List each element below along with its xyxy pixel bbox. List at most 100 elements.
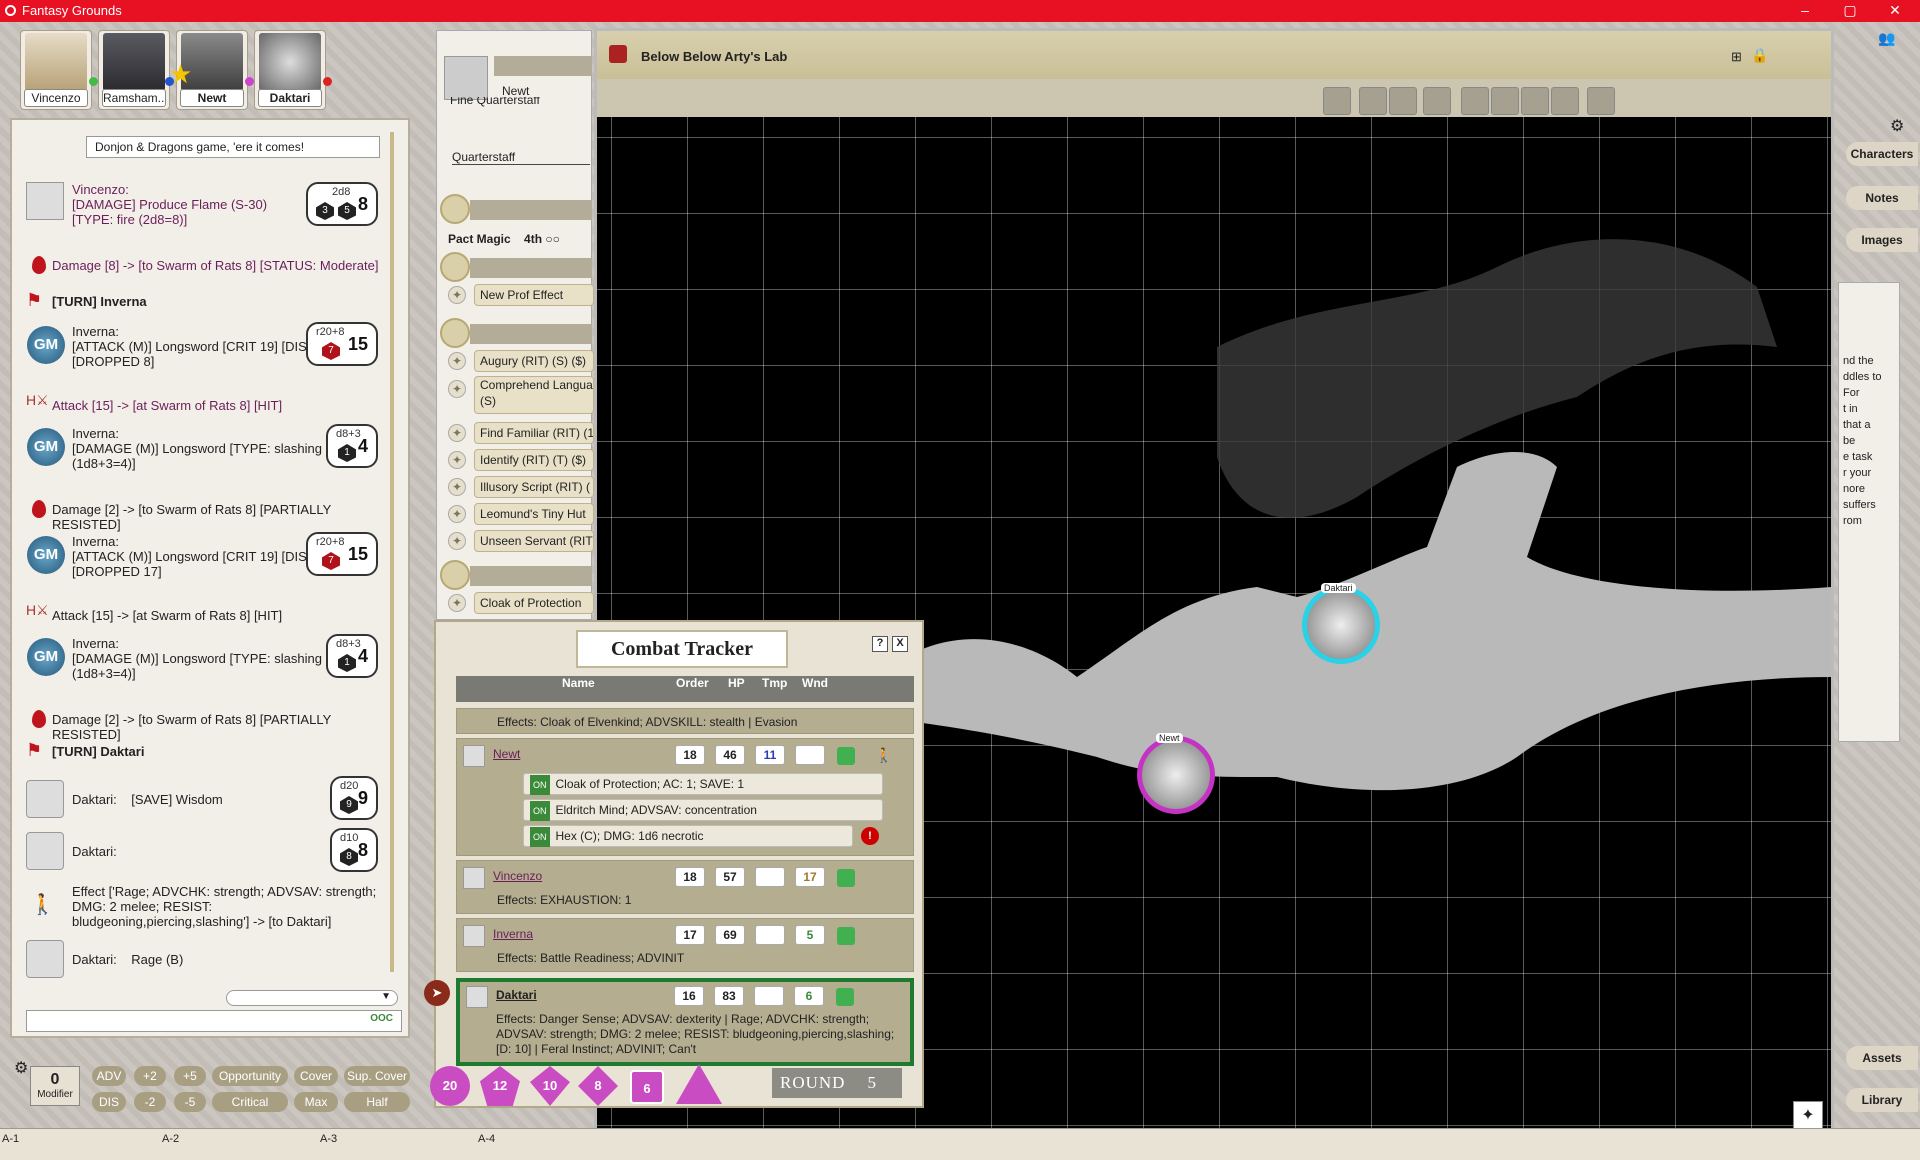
chat-window[interactable]: Donjon & Dragons game, 'ere it comes! Vi… bbox=[10, 118, 410, 1038]
plus5-button[interactable]: +5 bbox=[174, 1066, 206, 1086]
zoom-fit-icon[interactable] bbox=[1323, 87, 1351, 115]
hp-value[interactable]: 46 bbox=[715, 745, 745, 765]
spell-item[interactable]: Find Familiar (RIT) (1 bbox=[474, 422, 594, 444]
minus2-button[interactable]: -2 bbox=[134, 1092, 166, 1112]
flag-icon[interactable] bbox=[1521, 87, 1549, 115]
plus2-button[interactable]: +2 bbox=[134, 1066, 166, 1086]
grid-toggle-icon[interactable]: ⊞ bbox=[1731, 49, 1742, 65]
dice-result[interactable]: d8+3 1 4 bbox=[326, 424, 378, 468]
token-daktari[interactable]: Daktari bbox=[1302, 583, 1380, 664]
sidebar-library[interactable]: Library bbox=[1846, 1088, 1918, 1112]
half-button[interactable]: Half bbox=[344, 1092, 410, 1112]
hotbar-tab-4[interactable]: A-4 bbox=[478, 1133, 495, 1145]
dice-result[interactable]: 2d8 3 5 8 bbox=[306, 182, 378, 226]
sidebar-images[interactable]: Images bbox=[1846, 228, 1918, 252]
lock-icon[interactable]: 🔒 bbox=[1751, 47, 1768, 64]
note-window[interactable]: nd the ddles to For t in that a be e tas… bbox=[1838, 282, 1900, 742]
max-button[interactable]: Max bbox=[294, 1092, 338, 1112]
ooc-toggle[interactable]: OOC bbox=[370, 1013, 393, 1024]
spell-item[interactable]: New Prof Effect bbox=[474, 284, 594, 306]
gear-icon[interactable]: ⚙ bbox=[1890, 116, 1904, 136]
portrait-vincenzo[interactable]: Vincenzo bbox=[20, 30, 98, 110]
initiative-value[interactable]: 17 bbox=[675, 925, 705, 945]
friendly-face-icon[interactable] bbox=[837, 927, 855, 945]
star-icon[interactable]: ✦ bbox=[448, 478, 466, 496]
gear-icon[interactable]: ⚙ bbox=[14, 1058, 28, 1078]
adv-button[interactable]: ADV bbox=[92, 1066, 126, 1086]
hp-value[interactable]: 69 bbox=[715, 925, 745, 945]
star-icon[interactable]: ✦ bbox=[448, 424, 466, 442]
portrait-ramsham[interactable]: Ramsham... bbox=[98, 30, 174, 110]
weapon-name[interactable]: Quarterstaff bbox=[452, 150, 590, 165]
star-icon[interactable]: ✦ bbox=[448, 451, 466, 469]
hotbar-tab-1[interactable]: A-1 bbox=[2, 1133, 19, 1145]
temp-hp-value[interactable] bbox=[755, 867, 785, 887]
sidebar-assets[interactable]: Assets bbox=[1846, 1046, 1918, 1070]
close-button[interactable]: X bbox=[892, 636, 908, 652]
friendly-face-icon[interactable] bbox=[837, 747, 855, 765]
on-badge[interactable]: ON bbox=[530, 827, 550, 847]
critical-button[interactable]: Critical bbox=[212, 1092, 288, 1112]
sidebar-characters[interactable]: Characters bbox=[1846, 142, 1918, 166]
pin-icon[interactable] bbox=[1587, 87, 1615, 115]
temp-hp-value[interactable] bbox=[755, 925, 785, 945]
close-button[interactable]: ✕ bbox=[1880, 2, 1910, 19]
initiative-value[interactable]: 16 bbox=[674, 986, 704, 1006]
combatant-name[interactable]: Daktari bbox=[496, 988, 626, 1002]
compass-icon[interactable]: ✦ bbox=[1793, 1101, 1823, 1131]
combat-tracker[interactable]: Combat Tracker ? X Name Order HP Tmp Wnd… bbox=[424, 620, 924, 1108]
combatant-name[interactable]: Inverna bbox=[493, 927, 623, 941]
pact-slots[interactable]: ○○ bbox=[545, 232, 560, 246]
hp-value[interactable]: 83 bbox=[714, 986, 744, 1006]
portrait-newt[interactable]: ★ Newt bbox=[169, 30, 254, 110]
sidebar-notes[interactable]: Notes bbox=[1846, 186, 1918, 210]
wounds-value[interactable]: 6 bbox=[794, 986, 824, 1006]
combatant-name[interactable]: Newt bbox=[493, 747, 623, 761]
sup-cover-button[interactable]: Sup. Cover bbox=[344, 1066, 410, 1086]
wounds-value[interactable] bbox=[795, 745, 825, 765]
spell-item[interactable]: Illusory Script (RIT) ( bbox=[474, 476, 594, 498]
effect-pill[interactable]: ON Cloak of Protection; AC: 1; SAVE: 1 bbox=[523, 773, 883, 795]
draw-icon[interactable] bbox=[1359, 87, 1387, 115]
initiative-value[interactable]: 18 bbox=[675, 867, 705, 887]
combatant-name[interactable]: Vincenzo bbox=[493, 869, 623, 883]
minus5-button[interactable]: -5 bbox=[174, 1092, 206, 1112]
spell-item[interactable]: Leomund's Tiny Hut bbox=[474, 503, 594, 525]
tracker-row-vincenzo[interactable]: Vincenzo 18 57 17 Effects: EXHAUSTION: 1 bbox=[456, 860, 914, 914]
temp-hp-value[interactable]: 11 bbox=[755, 745, 785, 765]
star-icon[interactable]: ✦ bbox=[448, 286, 466, 304]
star-icon[interactable]: ✦ bbox=[448, 352, 466, 370]
d6-die-icon[interactable]: 6 bbox=[630, 1070, 664, 1104]
star-icon[interactable]: ✦ bbox=[448, 594, 466, 612]
remove-effect-icon[interactable]: ! bbox=[861, 827, 879, 845]
wounds-value[interactable]: 17 bbox=[795, 867, 825, 887]
hp-value[interactable]: 57 bbox=[715, 867, 745, 887]
d20-die-icon[interactable]: 20 bbox=[430, 1066, 470, 1106]
spell-item[interactable]: Comprehend Langua (S) bbox=[474, 376, 594, 414]
temp-hp-value[interactable] bbox=[754, 986, 784, 1006]
dice-result[interactable]: r20+8 7 15 bbox=[306, 322, 378, 366]
help-button[interactable]: ? bbox=[872, 636, 888, 652]
token-newt[interactable]: Newt bbox=[1137, 733, 1215, 814]
effect-pill[interactable]: ON Hex (C); DMG: 1d6 necrotic bbox=[523, 825, 853, 847]
figure-icon[interactable]: 🚶 bbox=[875, 747, 892, 764]
dice-result[interactable]: d10 8 8 bbox=[330, 828, 378, 872]
on-badge[interactable]: ON bbox=[530, 775, 550, 795]
tracker-row-daktari[interactable]: Daktari 16 83 6 Effects: Danger Sense; A… bbox=[456, 978, 914, 1066]
dis-button[interactable]: DIS bbox=[92, 1092, 126, 1112]
erase-icon[interactable] bbox=[1389, 87, 1417, 115]
chat-mode-select[interactable]: ▼ bbox=[226, 990, 398, 1006]
wounds-value[interactable]: 5 bbox=[795, 925, 825, 945]
star-icon[interactable]: ✦ bbox=[448, 380, 466, 398]
cross-icon[interactable] bbox=[1551, 87, 1579, 115]
target-icon[interactable] bbox=[1461, 87, 1489, 115]
modifier-box[interactable]: 0 Modifier bbox=[30, 1066, 80, 1106]
users-icon[interactable]: 👥 bbox=[1878, 30, 1895, 47]
chat-input[interactable]: OOC bbox=[26, 1010, 402, 1032]
portrait-daktari[interactable]: Daktari bbox=[254, 30, 332, 110]
spell-item[interactable]: Identify (RIT) (T) ($) bbox=[474, 449, 594, 471]
tracker-row-inverna[interactable]: Inverna 17 69 5 Effects: Battle Readines… bbox=[456, 918, 914, 972]
spell-item[interactable]: Unseen Servant (RIT bbox=[474, 530, 594, 552]
dice-result[interactable]: d8+3 1 4 bbox=[326, 634, 378, 678]
spell-item[interactable]: Augury (RIT) (S) ($) bbox=[474, 350, 594, 372]
